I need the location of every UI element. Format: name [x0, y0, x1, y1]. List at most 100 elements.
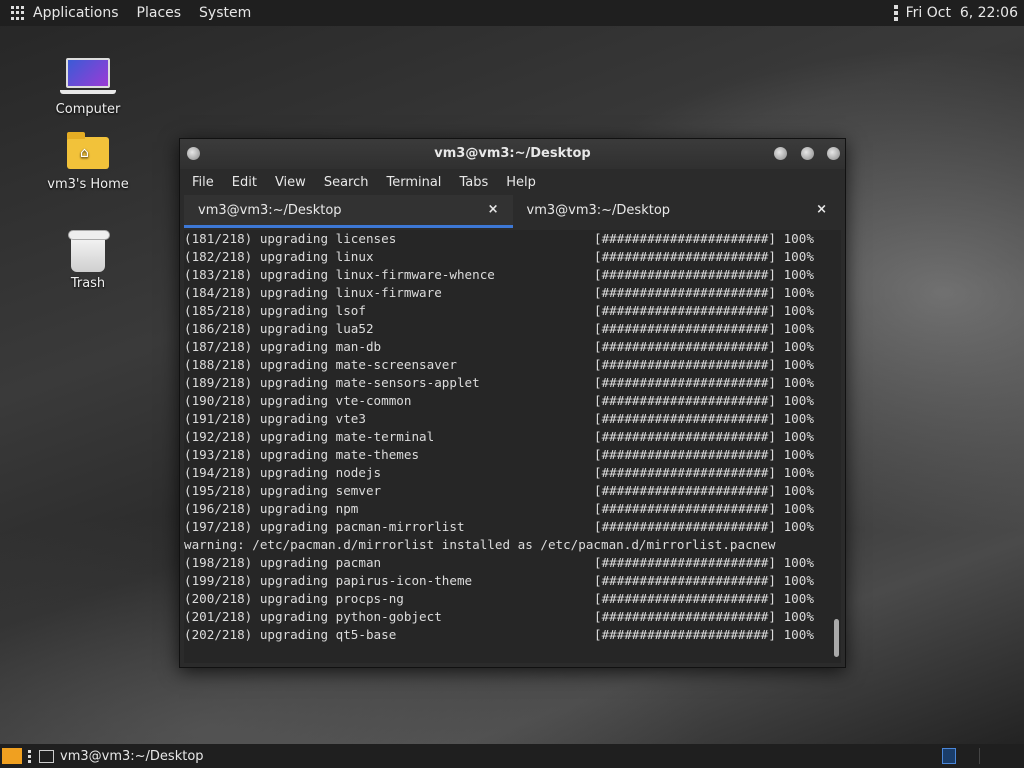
terminal-line-text: (195/218) upgrading semver: [184, 483, 382, 498]
close-icon[interactable]: [827, 147, 840, 160]
maximize-icon[interactable]: [801, 147, 814, 160]
tab-label: vm3@vm3:~/Desktop: [526, 203, 671, 218]
clock[interactable]: Fri Oct 6, 22:06: [906, 5, 1018, 21]
menu-help[interactable]: Help: [506, 175, 536, 190]
taskbar-item-terminal[interactable]: vm3@vm3:~/Desktop: [60, 749, 204, 764]
progress-percent: 100%: [783, 249, 814, 264]
terminal-line: (185/218) upgrading lsof [###############…: [184, 302, 841, 320]
terminal-line-text: (182/218) upgrading linux: [184, 249, 374, 264]
panel-handle-icon[interactable]: [893, 5, 898, 21]
trash-icon: [68, 230, 110, 272]
desktop-icon-home[interactable]: ⌂ vm3's Home: [33, 132, 143, 192]
tab-1[interactable]: vm3@vm3:~/Desktop ×: [184, 195, 513, 228]
progress-bar-text: [######################]: [594, 411, 776, 426]
progress-percent: 100%: [783, 303, 814, 318]
terminal-line: (191/218) upgrading vte3 [###############…: [184, 410, 841, 428]
terminal-line-text: (188/218) upgrading mate-screensaver: [184, 357, 457, 372]
menu-search[interactable]: Search: [324, 175, 369, 190]
desktop-icon-trash[interactable]: Trash: [33, 230, 143, 291]
terminal-menubar: File Edit View Search Terminal Tabs Help: [180, 169, 845, 195]
progress-bar-text: [######################]: [594, 393, 776, 408]
progress-bar-text: [######################]: [594, 339, 776, 354]
terminal-line-text: (202/218) upgrading qt5-base: [184, 627, 397, 642]
terminal-progress: [######################] 100%: [594, 356, 814, 374]
terminal-line-text: (186/218) upgrading lua52: [184, 321, 374, 336]
terminal-line-text: (189/218) upgrading mate-sensors-applet: [184, 375, 480, 390]
terminal-line: (182/218) upgrading linux [##############…: [184, 248, 841, 266]
terminal-progress: [######################] 100%: [594, 248, 814, 266]
progress-percent: 100%: [783, 429, 814, 444]
progress-bar-text: [######################]: [594, 591, 776, 606]
progress-bar-text: [######################]: [594, 231, 776, 246]
progress-bar-text: [######################]: [594, 627, 776, 642]
progress-percent: 100%: [783, 465, 814, 480]
progress-percent: 100%: [783, 483, 814, 498]
terminal-line-text: (201/218) upgrading python-gobject: [184, 609, 442, 624]
menu-file[interactable]: File: [192, 175, 214, 190]
show-desktop-button[interactable]: [2, 748, 22, 764]
menu-applications[interactable]: Applications: [33, 5, 119, 21]
tab-close-icon[interactable]: ×: [488, 202, 499, 217]
tab-2[interactable]: vm3@vm3:~/Desktop ×: [513, 195, 842, 228]
terminal-progress: [######################] 100%: [594, 500, 814, 518]
terminal-line-text: (197/218) upgrading pacman-mirrorlist: [184, 519, 465, 534]
progress-percent: 100%: [783, 591, 814, 606]
terminal-window: vm3@vm3:~/Desktop File Edit View Search …: [179, 138, 846, 668]
terminal-line-text: (181/218) upgrading licenses: [184, 231, 397, 246]
progress-bar-text: [######################]: [594, 429, 776, 444]
terminal-progress: [######################] 100%: [594, 320, 814, 338]
progress-percent: 100%: [783, 609, 814, 624]
terminal-line-text: (196/218) upgrading npm: [184, 501, 359, 516]
progress-bar-text: [######################]: [594, 573, 776, 588]
terminal-line-text: (193/218) upgrading mate-themes: [184, 447, 420, 462]
terminal-line: (186/218) upgrading lua52 [##############…: [184, 320, 841, 338]
progress-percent: 100%: [783, 267, 814, 282]
panel-handle-icon[interactable]: [28, 749, 31, 763]
window-titlebar[interactable]: vm3@vm3:~/Desktop: [180, 139, 845, 169]
menu-places[interactable]: Places: [137, 5, 182, 21]
terminal-line-text: warning: /etc/pacman.d/mirrorlist instal…: [184, 537, 776, 552]
terminal-line-text: (192/218) upgrading mate-terminal: [184, 429, 435, 444]
workspace-divider: [979, 748, 980, 764]
menu-edit[interactable]: Edit: [232, 175, 257, 190]
progress-bar-text: [######################]: [594, 465, 776, 480]
terminal-line-text: (190/218) upgrading vte-common: [184, 393, 412, 408]
desktop-icon-computer[interactable]: Computer: [33, 58, 143, 117]
applications-grid-icon[interactable]: [11, 6, 25, 20]
menu-tabs[interactable]: Tabs: [459, 175, 488, 190]
progress-bar-text: [######################]: [594, 519, 776, 534]
terminal-progress: [######################] 100%: [594, 626, 814, 644]
menu-terminal[interactable]: Terminal: [386, 175, 441, 190]
terminal-line: (202/218) upgrading qt5-base [###########…: [184, 626, 841, 644]
terminal-progress: [######################] 100%: [594, 302, 814, 320]
terminal-progress: [######################] 100%: [594, 266, 814, 284]
menu-system[interactable]: System: [199, 5, 251, 21]
tab-bar: vm3@vm3:~/Desktop × vm3@vm3:~/Desktop ×: [184, 195, 841, 228]
terminal-line: warning: /etc/pacman.d/mirrorlist instal…: [184, 536, 841, 554]
progress-bar-text: [######################]: [594, 249, 776, 264]
terminal-progress: [######################] 100%: [594, 428, 814, 446]
progress-percent: 100%: [783, 285, 814, 300]
terminal-line: (184/218) upgrading linux-firmware [#####…: [184, 284, 841, 302]
terminal-icon: [39, 749, 54, 763]
progress-percent: 100%: [783, 357, 814, 372]
terminal-line: (183/218) upgrading linux-firmware-whenc…: [184, 266, 841, 284]
terminal-line: (200/218) upgrading procps-ng [##########…: [184, 590, 841, 608]
menu-view[interactable]: View: [275, 175, 306, 190]
minimize-icon[interactable]: [774, 147, 787, 160]
progress-bar-text: [######################]: [594, 375, 776, 390]
progress-percent: 100%: [783, 447, 814, 462]
scrollbar-thumb[interactable]: [834, 619, 839, 657]
progress-bar-text: [######################]: [594, 609, 776, 624]
terminal-progress: [######################] 100%: [594, 572, 814, 590]
terminal-line-text: (199/218) upgrading papirus-icon-theme: [184, 573, 473, 588]
terminal-output[interactable]: (181/218) upgrading licenses [###########…: [184, 230, 841, 663]
progress-bar-text: [######################]: [594, 321, 776, 336]
progress-bar-text: [######################]: [594, 447, 776, 462]
terminal-progress: [######################] 100%: [594, 374, 814, 392]
workspace-switcher-1[interactable]: [942, 748, 956, 764]
terminal-line-text: (184/218) upgrading linux-firmware: [184, 285, 442, 300]
terminal-line: (196/218) upgrading npm [################…: [184, 500, 841, 518]
progress-bar-text: [######################]: [594, 555, 776, 570]
tab-close-icon[interactable]: ×: [816, 202, 827, 217]
